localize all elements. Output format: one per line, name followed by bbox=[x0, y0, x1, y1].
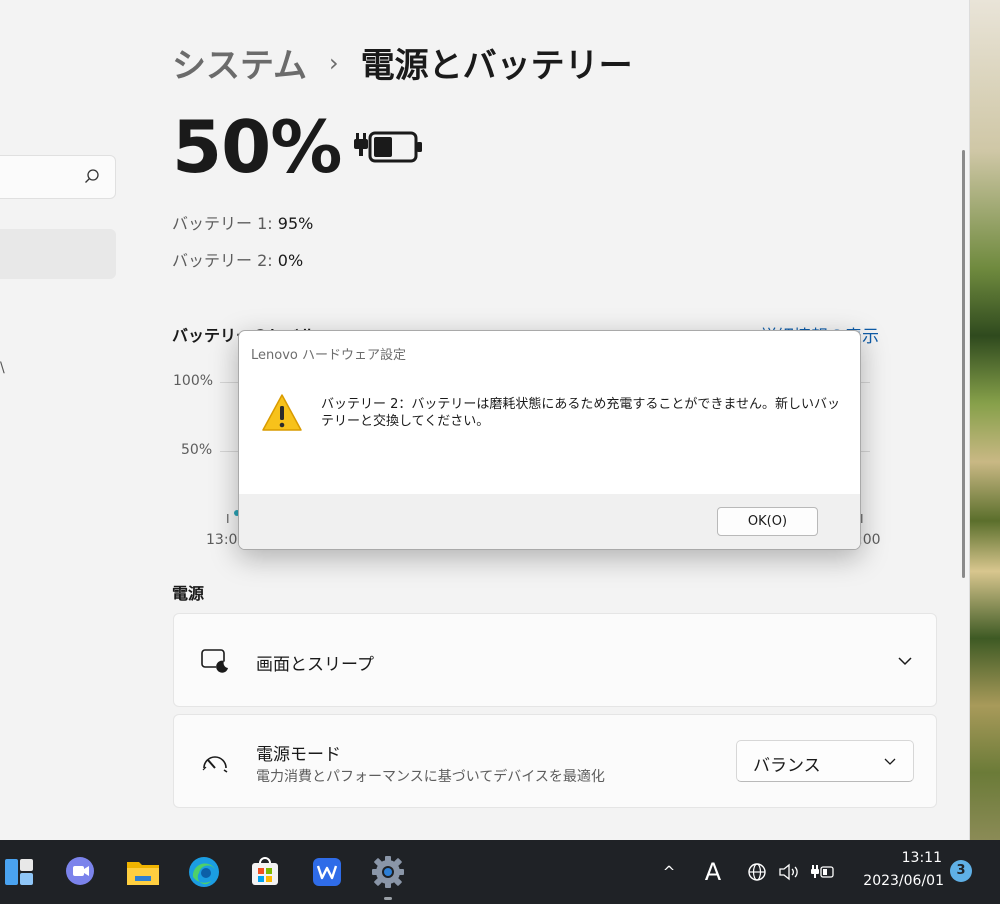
battery-1-label: バッテリー 1: bbox=[172, 214, 273, 233]
chevron-down-icon[interactable] bbox=[896, 652, 914, 670]
chart-y-label-50: 50% bbox=[181, 442, 213, 458]
chart-x-label-start: 13:0 bbox=[206, 532, 238, 548]
teams-chat-icon[interactable] bbox=[61, 853, 99, 891]
settings-gear-icon[interactable] bbox=[369, 853, 407, 891]
power-heading: 電源 bbox=[172, 584, 205, 603]
battery-2-value: 0% bbox=[277, 251, 304, 270]
desktop-wallpaper bbox=[970, 0, 1000, 840]
lenovo-warning-dialog: Lenovo ハードウェア設定 バッテリー 2：バッテリーは磨耗状態にあるため充… bbox=[238, 330, 861, 550]
clock-date[interactable]: 2023/06/01 bbox=[856, 873, 944, 889]
power-mode-value: バランス bbox=[753, 756, 821, 776]
screen-sleep-label: 画面とスリープ bbox=[256, 655, 374, 675]
network-globe-icon[interactable] bbox=[746, 858, 768, 886]
taskbar: ^ A 13:11 2023/06/01 3 bbox=[0, 840, 1000, 904]
chart-tick: I bbox=[226, 512, 230, 526]
widgets-icon[interactable] bbox=[0, 853, 38, 891]
battery-tray-icon[interactable] bbox=[810, 858, 836, 886]
sidebar-item-system[interactable] bbox=[0, 229, 116, 279]
battery-2-status: バッテリー 2: 0% bbox=[172, 247, 303, 271]
speedometer-icon bbox=[202, 756, 228, 773]
battery-2-label: バッテリー 2: bbox=[172, 251, 273, 270]
settings-search-input[interactable] bbox=[0, 155, 116, 199]
warning-icon bbox=[262, 394, 302, 431]
clock-time[interactable]: 13:11 bbox=[898, 850, 942, 866]
search-icon bbox=[85, 169, 99, 183]
chart-y-label-100: 100% bbox=[173, 373, 214, 389]
dialog-footer: OK(O) bbox=[239, 494, 860, 549]
breadcrumb-system-link[interactable]: システム bbox=[172, 38, 307, 87]
battery-1-status: バッテリー 1: 95% bbox=[172, 210, 313, 234]
breadcrumb: システム › 電源とバッテリー bbox=[172, 38, 633, 87]
wps-writer-icon[interactable] bbox=[308, 853, 346, 891]
battery-percent: 50% bbox=[172, 105, 342, 189]
dialog-title: Lenovo ハードウェア設定 bbox=[251, 348, 406, 363]
ok-button[interactable]: OK(O) bbox=[717, 507, 818, 536]
volume-icon[interactable] bbox=[776, 858, 802, 886]
notification-badge[interactable]: 3 bbox=[950, 860, 972, 882]
chart-x-label-end: :00 bbox=[858, 532, 881, 548]
screen-sleep-card[interactable]: 画面とスリープ bbox=[173, 613, 937, 707]
microsoft-store-icon[interactable] bbox=[246, 853, 284, 891]
breadcrumb-separator: › bbox=[328, 48, 339, 77]
screen-sleep-icon bbox=[201, 649, 228, 673]
page-title: 電源とバッテリー bbox=[360, 46, 633, 86]
scrollbar[interactable] bbox=[962, 150, 965, 578]
dialog-message: バッテリー 2：バッテリーは磨耗状態にあるため充電することができません。新しいバ… bbox=[321, 397, 841, 429]
sidebar-fragment: \ bbox=[0, 360, 5, 376]
chevron-down-icon bbox=[884, 758, 896, 765]
file-explorer-icon[interactable] bbox=[124, 853, 162, 891]
power-mode-card: 電源モード 電力消費とパフォーマンスに基づいてデバイスを最適化 バランス bbox=[173, 714, 937, 808]
battery-charging-icon bbox=[354, 131, 422, 163]
ime-mode-indicator[interactable]: A bbox=[700, 858, 726, 886]
battery-1-value: 95% bbox=[277, 214, 314, 233]
power-mode-dropdown[interactable]: バランス bbox=[736, 740, 914, 782]
power-mode-label: 電源モード bbox=[256, 745, 341, 765]
running-app-indicator bbox=[384, 897, 392, 900]
show-hidden-icons-chevron[interactable]: ^ bbox=[658, 858, 680, 886]
power-mode-description: 電力消費とパフォーマンスに基づいてデバイスを最適化 bbox=[256, 769, 605, 785]
edge-browser-icon[interactable] bbox=[185, 853, 223, 891]
